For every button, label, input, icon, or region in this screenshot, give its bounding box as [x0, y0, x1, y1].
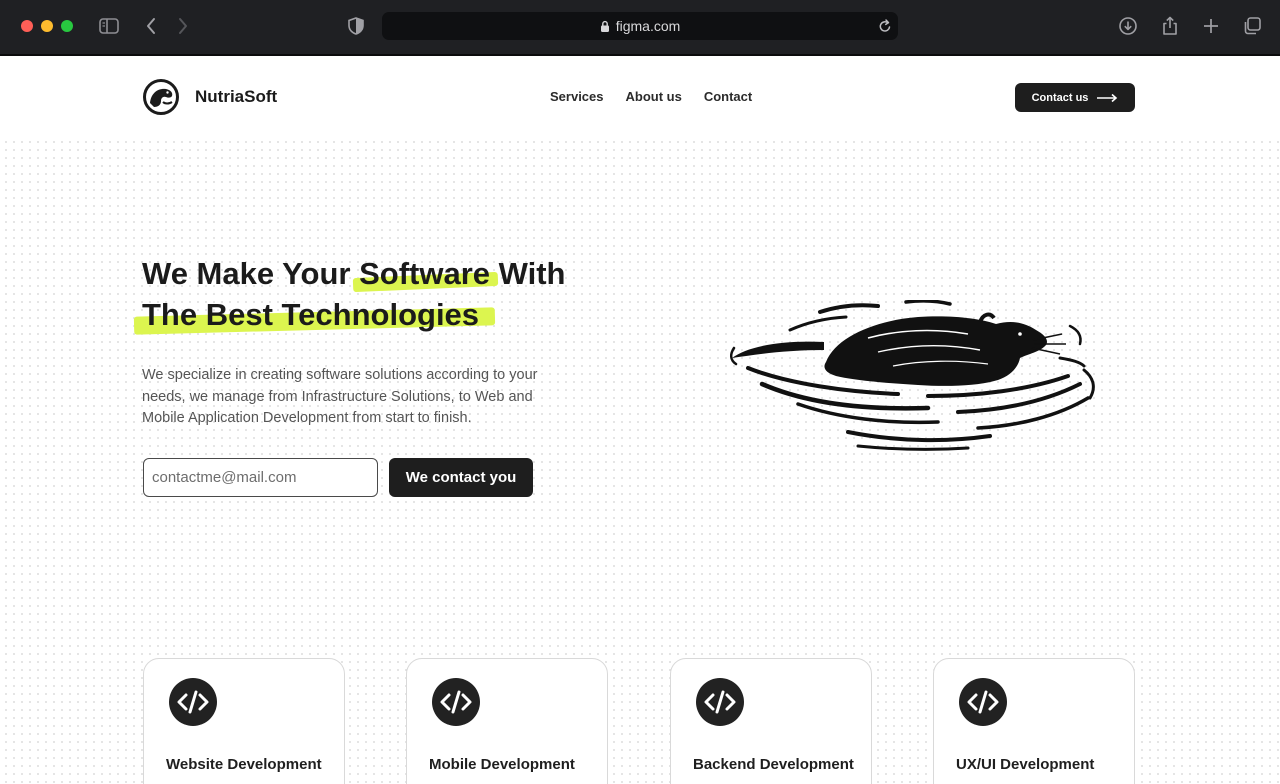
arrow-right-icon [1097, 93, 1118, 102]
maximize-window-button[interactable] [61, 20, 73, 32]
code-icon [959, 678, 1007, 726]
download-icon[interactable] [1115, 14, 1141, 38]
site-header: NutriaSoft Services About us Contact Con… [0, 56, 1280, 136]
we-contact-you-button[interactable]: We contact you [389, 458, 533, 497]
service-title: Mobile Development [429, 756, 575, 773]
back-icon[interactable] [138, 14, 164, 38]
nav-link-services[interactable]: Services [550, 89, 604, 104]
browser-toolbar: figma.com [0, 0, 1280, 56]
close-window-button[interactable] [21, 20, 33, 32]
highlight-software: Software [359, 253, 490, 294]
service-card-mobile[interactable]: Mobile Development [406, 658, 608, 784]
service-card-website[interactable]: Website Development [143, 658, 345, 784]
code-icon [432, 678, 480, 726]
forward-icon[interactable] [170, 14, 196, 38]
main-nav: Services About us Contact [550, 89, 752, 104]
hero-description: We specialize in creating software solut… [142, 367, 538, 426]
hero-title: We Make Your Software With The Best Techn… [142, 253, 662, 335]
code-icon [169, 678, 217, 726]
contact-us-label: Contact us [1031, 91, 1089, 104]
shield-icon[interactable] [343, 14, 369, 38]
web-page: NutriaSoft Services About us Contact Con… [0, 56, 1280, 784]
share-icon[interactable] [1157, 14, 1183, 38]
service-title: UX/UI Development [956, 756, 1095, 773]
lock-icon [600, 20, 610, 33]
contact-us-button[interactable]: Contact us [1015, 83, 1135, 112]
email-input[interactable] [143, 458, 378, 497]
tab-overview-icon[interactable] [1239, 14, 1265, 38]
nutria-logo-icon [143, 79, 179, 115]
nav-link-about-us[interactable]: About us [626, 89, 682, 104]
new-tab-icon[interactable] [1198, 14, 1224, 38]
code-icon [696, 678, 744, 726]
service-title: Backend Development [693, 756, 854, 773]
brand-logo[interactable]: NutriaSoft [142, 78, 277, 116]
service-card-uxui[interactable]: UX/UI Development [933, 658, 1135, 784]
sidebar-toggle-icon[interactable] [96, 14, 122, 38]
service-title: Website Development [166, 756, 322, 773]
brand-name: NutriaSoft [195, 87, 278, 106]
service-card-backend[interactable]: Backend Development [670, 658, 872, 784]
address-bar[interactable]: figma.com [382, 12, 898, 40]
highlight-best-technologies: The Best Technologies [142, 294, 479, 335]
minimize-window-button[interactable] [41, 20, 53, 32]
swimming-nutria-illustration [730, 300, 1095, 451]
nav-link-contact[interactable]: Contact [704, 89, 752, 104]
url-text: figma.com [615, 18, 681, 34]
reload-icon[interactable] [878, 18, 892, 34]
